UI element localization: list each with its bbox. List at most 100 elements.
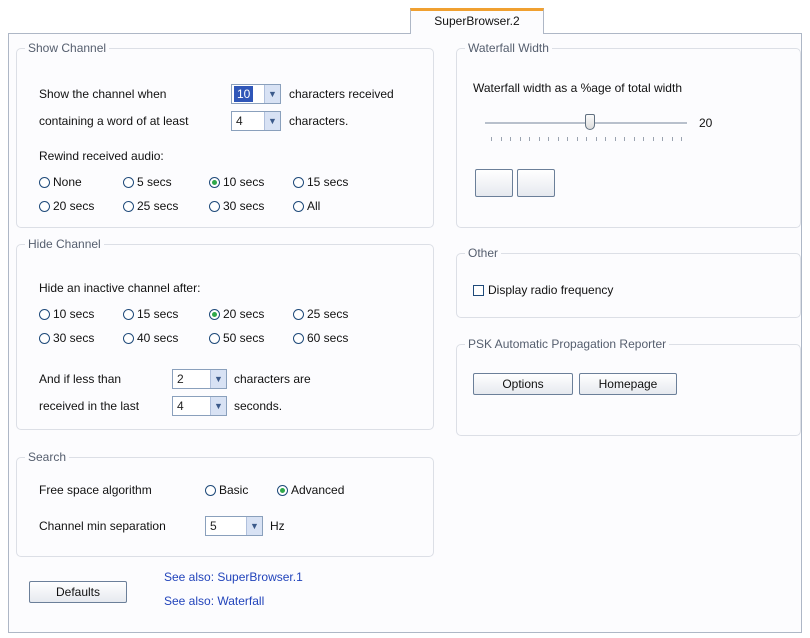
slider-tick: [681, 137, 682, 141]
hide-option-30s[interactable]: 30 secs: [39, 331, 94, 345]
tab-superbrowser2[interactable]: SuperBrowser.2: [410, 8, 544, 34]
received-last-label: received in the last: [39, 399, 140, 413]
hide-after-label: Hide an inactive channel after:: [39, 281, 201, 295]
hide-seconds-combo[interactable]: 4 ▼: [172, 396, 227, 416]
link-see-also-waterfall[interactable]: See also: Waterfall: [164, 594, 264, 608]
slider-tick: [652, 137, 654, 141]
slider-tick: [567, 137, 568, 141]
hide-option-60s[interactable]: 60 secs: [293, 331, 348, 345]
radio-button-selected-icon[interactable]: [209, 308, 220, 320]
radio-button-selected-icon[interactable]: [277, 484, 288, 496]
rewind-option-30s[interactable]: 30 secs: [209, 199, 264, 213]
slider-tick: [529, 137, 530, 141]
chars-received-combo[interactable]: 10 ▼: [231, 84, 281, 104]
radio-button-icon[interactable]: [39, 308, 50, 320]
link-see-also-superbrowser1[interactable]: See also: SuperBrowser.1: [164, 570, 303, 584]
radio-button-icon[interactable]: [293, 308, 304, 320]
psk-homepage-button[interactable]: Homepage: [579, 373, 677, 395]
radio-button-icon[interactable]: [39, 176, 50, 188]
slider-tick: [643, 137, 644, 141]
containing-label: containing a word of at least: [39, 114, 189, 128]
hide-channel-legend: Hide Channel: [25, 237, 104, 251]
search-legend: Search: [25, 450, 70, 464]
min-separation-combo[interactable]: 5 ▼: [205, 516, 263, 536]
defaults-button[interactable]: Defaults: [29, 581, 127, 603]
rewind-option-25s[interactable]: 25 secs: [123, 199, 178, 213]
show-when-label: Show the channel when: [39, 87, 167, 101]
slider-tick: [595, 137, 597, 141]
slider-tick: [633, 137, 635, 141]
waterfall-slider-thumb[interactable]: [585, 114, 596, 130]
radio-button-icon[interactable]: [39, 200, 50, 212]
psk-options-button[interactable]: Options: [473, 373, 573, 395]
rewind-option-15s[interactable]: 15 secs: [293, 175, 348, 189]
radio-button-icon[interactable]: [209, 200, 220, 212]
slider-tick: [491, 137, 492, 141]
radio-button-icon[interactable]: [293, 332, 304, 344]
radio-button-icon[interactable]: [123, 200, 134, 212]
seconds-label: seconds.: [234, 399, 283, 413]
show-channel-group: Show Channel Show the channel when 10 ▼ …: [16, 41, 434, 228]
radio-button-icon[interactable]: [205, 484, 216, 496]
rewind-option-none[interactable]: None: [39, 175, 82, 189]
word-length-combo[interactable]: 4 ▼: [231, 111, 281, 131]
waterfall-width-group: Waterfall Width Waterfall width as a %ag…: [456, 41, 801, 228]
hide-option-20s[interactable]: 20 secs: [209, 307, 264, 321]
slider-tick: [614, 137, 616, 141]
chevron-down-icon[interactable]: ▼: [264, 85, 280, 103]
radio-button-icon[interactable]: [123, 332, 134, 344]
radio-button-icon[interactable]: [123, 176, 134, 188]
hide-option-10s[interactable]: 10 secs: [39, 307, 94, 321]
slider-tick: [586, 137, 587, 141]
slider-tick: [662, 137, 663, 141]
psk-reporter-legend: PSK Automatic Propagation Reporter: [465, 337, 670, 351]
hide-option-40s[interactable]: 40 secs: [123, 331, 178, 345]
other-group: Other Display radio frequency: [456, 246, 801, 318]
radio-button-selected-icon[interactable]: [209, 176, 220, 188]
radio-button-icon[interactable]: [123, 308, 134, 320]
radio-button-icon[interactable]: [293, 176, 304, 188]
chevron-down-icon[interactable]: ▼: [210, 397, 226, 415]
rewind-option-5s[interactable]: 5 secs: [123, 175, 172, 189]
radio-button-icon[interactable]: [39, 332, 50, 344]
radio-button-icon[interactable]: [209, 332, 220, 344]
waterfall-width-legend: Waterfall Width: [465, 41, 552, 55]
search-group: Search Free space algorithm Basic Advanc…: [16, 450, 434, 557]
psk-reporter-group: PSK Automatic Propagation Reporter Optio…: [456, 337, 801, 436]
hide-seconds-value: 4: [177, 399, 184, 413]
slider-tick: [538, 137, 540, 141]
characters-label: characters.: [289, 114, 349, 128]
hide-option-25s[interactable]: 25 secs: [293, 307, 348, 321]
algorithm-option-advanced[interactable]: Advanced: [277, 483, 344, 497]
hz-label: Hz: [270, 519, 285, 533]
slider-tick: [548, 137, 549, 141]
waterfall-width-value: 20: [699, 116, 713, 130]
hide-channel-group: Hide Channel Hide an inactive channel af…: [16, 237, 434, 430]
word-length-value: 4: [236, 114, 243, 128]
rewind-option-20s[interactable]: 20 secs: [39, 199, 94, 213]
rewind-option-all[interactable]: All: [293, 199, 320, 213]
rewind-option-10s[interactable]: 10 secs: [209, 175, 264, 189]
radio-button-icon[interactable]: [293, 200, 304, 212]
and-if-less-label: And if less than: [39, 372, 122, 386]
hide-option-15s[interactable]: 15 secs: [123, 307, 178, 321]
slider-tick: [519, 137, 521, 141]
min-separation-value: 5: [210, 519, 217, 533]
waterfall-button-2[interactable]: [517, 169, 555, 197]
algorithm-option-basic[interactable]: Basic: [205, 483, 248, 497]
min-separation-label: Channel min separation: [39, 519, 166, 533]
hide-chars-combo[interactable]: 2 ▼: [172, 369, 227, 389]
chevron-down-icon[interactable]: ▼: [210, 370, 226, 388]
chevron-down-icon[interactable]: ▼: [264, 112, 280, 130]
slider-tick: [671, 137, 673, 141]
hide-option-50s[interactable]: 50 secs: [209, 331, 264, 345]
chevron-down-icon[interactable]: ▼: [246, 517, 262, 535]
chars-are-label: characters are: [234, 372, 311, 386]
free-space-label: Free space algorithm: [39, 483, 152, 497]
waterfall-button-1[interactable]: [475, 169, 513, 197]
rewind-label: Rewind received audio:: [39, 149, 164, 163]
display-radio-frequency-checkbox[interactable]: [473, 285, 484, 296]
chars-received-label: characters received: [289, 87, 394, 101]
chars-received-value: 10: [234, 86, 254, 102]
slider-tick: [576, 137, 578, 141]
